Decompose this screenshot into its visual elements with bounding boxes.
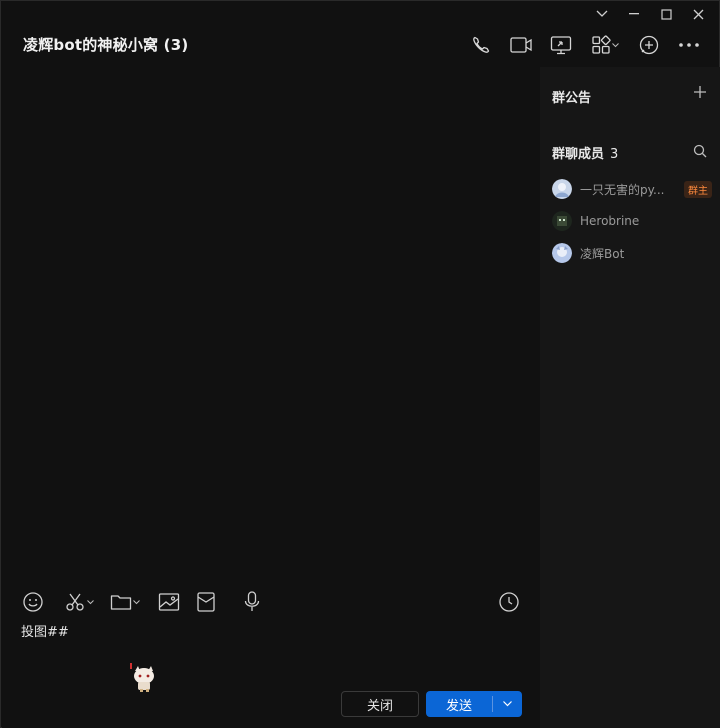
group-members-label: 群聊成员: [552, 147, 605, 162]
member-name: 一只无害的py...: [580, 182, 665, 197]
minimize-icon[interactable]: [621, 5, 647, 23]
message-area[interactable]: [2, 67, 540, 579]
emoji-icon[interactable]: [22, 591, 44, 613]
member-name: 凌辉Bot: [580, 246, 625, 261]
video-icon[interactable]: [509, 33, 533, 57]
close-icon[interactable]: [685, 5, 711, 23]
owner-badge: 群主: [684, 180, 712, 198]
add-notice-icon[interactable]: [692, 84, 708, 100]
phone-icon[interactable]: [469, 33, 493, 57]
group-side-panel: 群公告 群聊成员 3 一只无害的py... 群主 Herobrine 凌辉Bot: [540, 67, 720, 728]
microphone-icon[interactable]: [242, 591, 262, 613]
more-icon[interactable]: [677, 33, 701, 57]
member-item[interactable]: 一只无害的py... 群主: [552, 178, 712, 200]
member-name: Herobrine: [580, 214, 640, 228]
history-clock-icon[interactable]: [498, 591, 520, 613]
member-item[interactable]: 凌辉Bot: [552, 242, 712, 264]
image-icon[interactable]: [158, 591, 180, 613]
screenshot-scissors-icon[interactable]: [64, 591, 94, 613]
send-button[interactable]: 发送: [426, 691, 522, 717]
send-options-chevron-icon[interactable]: [493, 701, 522, 707]
message-input[interactable]: 投图##: [21, 621, 69, 640]
header-toolbar: [469, 33, 701, 57]
input-area: 投图## 关闭 发送: [2, 579, 540, 728]
member-item[interactable]: Herobrine: [552, 210, 712, 232]
red-packet-icon[interactable]: [196, 591, 216, 613]
sticker-image: [130, 663, 160, 693]
group-members-count: 3: [610, 147, 619, 162]
maximize-icon[interactable]: [653, 5, 679, 23]
add-icon[interactable]: [637, 33, 661, 57]
group-members-header: 群聊成员 3: [552, 143, 618, 162]
apps-icon[interactable]: [589, 33, 621, 57]
chat-title: 凌辉bot的神秘小窝 (3): [23, 36, 189, 54]
member-search-icon[interactable]: [692, 143, 708, 159]
send-button-label: 发送: [445, 698, 472, 714]
folder-icon[interactable]: [110, 591, 140, 613]
avatar: [552, 179, 572, 199]
group-notice-label: 群公告: [552, 91, 592, 106]
collapse-chevron-icon[interactable]: [589, 5, 615, 23]
close-button[interactable]: 关闭: [341, 691, 419, 717]
window-controls: [589, 5, 711, 23]
screen-share-icon[interactable]: [549, 33, 573, 57]
chat-window: 凌辉bot的神秘小窝 (3) 群公告 群聊成员 3 一只无害的py... 群主 …: [0, 0, 720, 728]
input-toolbar: [22, 591, 278, 613]
avatar: [552, 243, 572, 263]
avatar: [552, 211, 572, 231]
